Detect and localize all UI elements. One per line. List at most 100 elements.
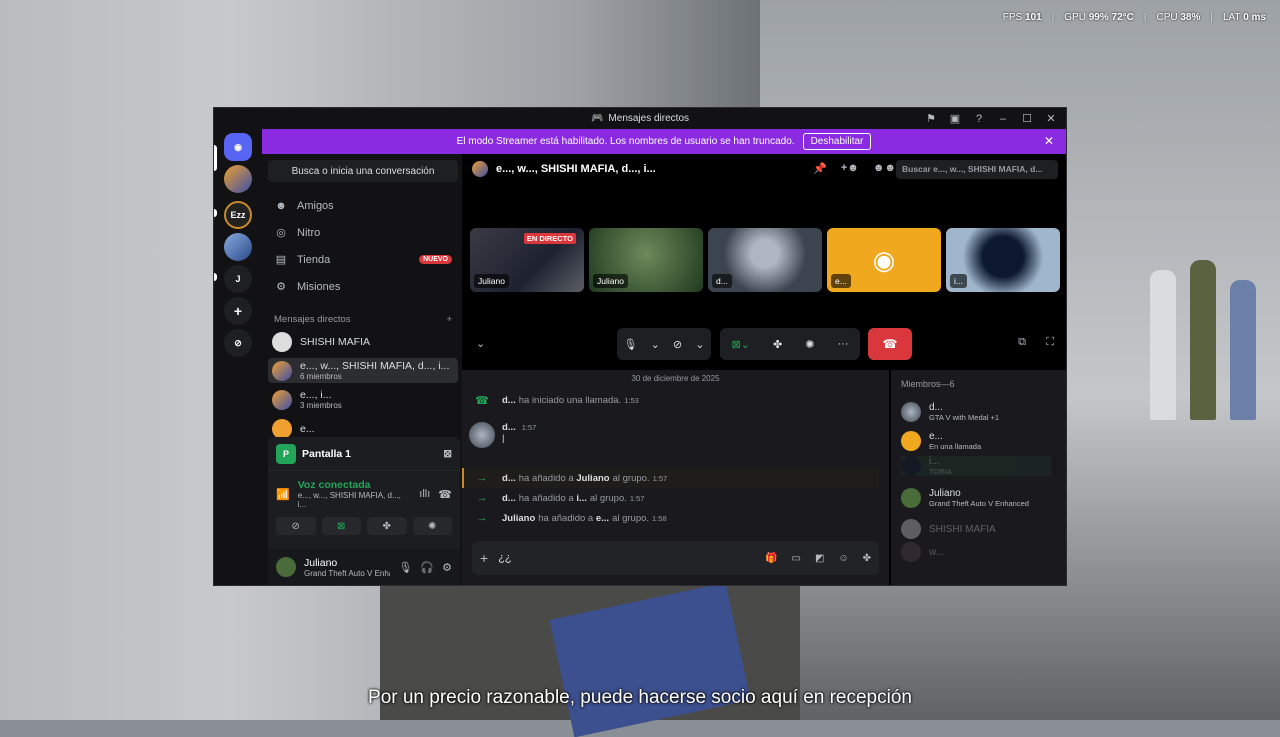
system-message: ☎ d... ha iniciado una llamada. 1:53 — [462, 394, 879, 407]
msg-user[interactable]: d... — [502, 395, 516, 406]
avatar-tile[interactable]: i... — [946, 228, 1060, 292]
close-banner-icon[interactable]: ✕ — [1044, 134, 1054, 148]
leave-call-button[interactable]: ☎ — [868, 328, 912, 360]
disconnect-icon[interactable]: ☎ — [438, 488, 452, 501]
avatar — [272, 418, 292, 439]
members-list-icon[interactable]: ☻☻ — [873, 162, 896, 175]
dm-item[interactable]: e..., i... 3 miembros — [268, 387, 458, 412]
activities-icon[interactable]: ✤ — [773, 338, 782, 351]
discover-icon[interactable]: ⊘ — [224, 329, 252, 357]
pin-icon[interactable]: 📌 — [813, 162, 827, 175]
video-options-chevron-icon[interactable]: ⌄ — [695, 338, 704, 351]
avatar[interactable] — [469, 422, 495, 448]
member-name: Juliano — [929, 488, 961, 499]
dm-avatar-icon[interactable] — [224, 165, 252, 193]
video-tile[interactable]: Juliano — [589, 228, 703, 292]
group-avatar — [472, 161, 488, 177]
popout-icon[interactable]: ⧉ — [1018, 336, 1026, 349]
streamer-mode-banner: El modo Streamer está habilitado. Los no… — [262, 129, 1066, 154]
server-avatar[interactable] — [224, 233, 252, 261]
chat-panel: 30 de diciembre de 2025 ☎ d... ha iniciado… — [462, 370, 889, 585]
add-friends-icon[interactable]: +☻ — [841, 162, 859, 175]
title-bar[interactable]: 🎮 Mensajes directos ⚑ ▣ ? – ☐ ✕ — [214, 108, 1066, 129]
signal-icon: 📶 — [276, 488, 290, 501]
headphones-icon[interactable]: 🎧 — [420, 561, 434, 574]
flag-icon[interactable]: ⚑ — [920, 108, 942, 129]
maximize-button[interactable]: ☐ — [1016, 108, 1038, 129]
nav-label: Tienda — [297, 253, 331, 266]
mic-toggle-icon[interactable]: 🎙 — [624, 338, 638, 351]
disable-streamer-button[interactable]: Deshabilitar — [802, 133, 872, 150]
window-title: Mensajes directos — [608, 113, 690, 124]
message-composer[interactable]: + ¿¿ 🎁 ▭ ◩ ☺ ✤ — [472, 541, 879, 575]
msg-target[interactable]: e... — [596, 513, 609, 524]
msg-text: ha añadido a — [518, 472, 574, 484]
nav-quests[interactable]: ⚙ Misiones — [262, 273, 462, 300]
msg-user[interactable]: Juliano — [502, 513, 535, 524]
soundboard-effects-icon[interactable]: ✺ — [805, 338, 814, 351]
soundboard-icon[interactable]: ıllı — [419, 488, 430, 500]
screen-share-button[interactable]: ⊠ — [321, 517, 361, 535]
nav-label: Nitro — [297, 226, 321, 239]
activities-button[interactable]: ✤ — [367, 517, 407, 535]
message-input[interactable]: ¿¿ — [498, 552, 511, 564]
stop-stream-icon[interactable]: ⊠ — [443, 448, 452, 460]
msg-target[interactable]: i... — [576, 493, 587, 504]
inbox-icon[interactable]: ▣ — [944, 108, 966, 129]
home-discord-icon[interactable]: ◉ — [224, 133, 252, 161]
server-j[interactable]: J — [224, 265, 252, 293]
voice-status[interactable]: Voz conectada — [298, 479, 412, 491]
msg-user[interactable]: d... — [502, 422, 516, 433]
avatar-tile[interactable]: ◉ e... — [827, 228, 941, 292]
avatar — [901, 488, 921, 508]
gif-icon[interactable]: ▭ — [791, 553, 800, 564]
member-item[interactable]: Juliano Grand Theft Auto V Enhanced — [901, 488, 1029, 508]
nav-store[interactable]: ▤ Tienda NUEVO — [262, 246, 462, 273]
server-rail: ◉ Ezz J + ⊘ — [214, 129, 262, 585]
member-item[interactable]: SHISHI MAFIA — [901, 519, 996, 539]
stream-tile[interactable]: EN DIRECTO Juliano — [470, 228, 584, 292]
apps-icon[interactable]: ✤ — [863, 553, 871, 564]
member-item[interactable]: e... En una llamada — [901, 431, 981, 451]
close-button[interactable]: ✕ — [1040, 108, 1062, 129]
avatar[interactable] — [276, 557, 296, 577]
msg-user[interactable]: d... — [502, 473, 516, 484]
member-item[interactable]: w... — [901, 542, 944, 562]
camera-off-icon[interactable]: ⊘ — [673, 338, 682, 351]
nav-nitro[interactable]: ◎ Nitro — [262, 219, 462, 246]
nav-friends[interactable]: ☻ Amigos — [262, 192, 462, 219]
help-icon[interactable]: ? — [968, 108, 990, 129]
mic-icon[interactable]: 🎙 — [398, 561, 412, 574]
msg-user[interactable]: d... — [502, 493, 516, 504]
add-attachment-icon[interactable]: + — [480, 550, 488, 566]
settings-gear-icon[interactable]: ⚙ — [442, 561, 452, 574]
conversation-search[interactable]: Busca o inicia una conversación — [268, 160, 458, 182]
dm-name: e..., w..., SHISHI MAFIA, d..., i... — [300, 360, 450, 372]
avatar — [901, 402, 921, 422]
more-options-icon[interactable]: ··· — [837, 338, 848, 350]
avatar — [272, 331, 292, 352]
minimize-button[interactable]: – — [992, 108, 1014, 129]
channel-search[interactable]: Buscar e..., w..., SHISHI MAFIA, d... — [896, 160, 1058, 179]
server-ezz[interactable]: Ezz — [224, 201, 252, 229]
msg-text: | — [502, 433, 505, 444]
dm-item-active[interactable]: e..., w..., SHISHI MAFIA, d..., i... 6 mi… — [268, 358, 458, 383]
sticker-icon[interactable]: ◩ — [815, 553, 824, 564]
mic-options-chevron-icon[interactable]: ⌄ — [651, 338, 660, 351]
create-dm-icon[interactable]: + — [446, 314, 452, 325]
msg-target[interactable]: Juliano — [576, 473, 609, 484]
screen-share-icon[interactable]: ⊠⌄ — [732, 338, 750, 351]
fullscreen-icon[interactable]: ⛶ — [1046, 336, 1054, 349]
add-server-icon[interactable]: + — [224, 297, 252, 325]
dm-item[interactable]: SHISHI MAFIA — [268, 329, 458, 354]
msg-time: 1:58 — [652, 513, 667, 523]
gift-icon[interactable]: 🎁 — [765, 553, 777, 564]
emoji-icon[interactable]: ☺ — [838, 553, 848, 564]
member-item[interactable]: d... GTA V with Medal +1 — [901, 402, 999, 422]
live-badge: EN DIRECTO — [523, 233, 576, 244]
effects-button[interactable]: ✺ — [412, 517, 452, 535]
avatar-tile[interactable]: d... — [708, 228, 822, 292]
member-item[interactable]: i... TORIA — [901, 456, 1051, 476]
camera-button[interactable]: ⊘ — [276, 517, 316, 535]
collapse-chevron-icon[interactable]: ⌄ — [476, 337, 485, 350]
